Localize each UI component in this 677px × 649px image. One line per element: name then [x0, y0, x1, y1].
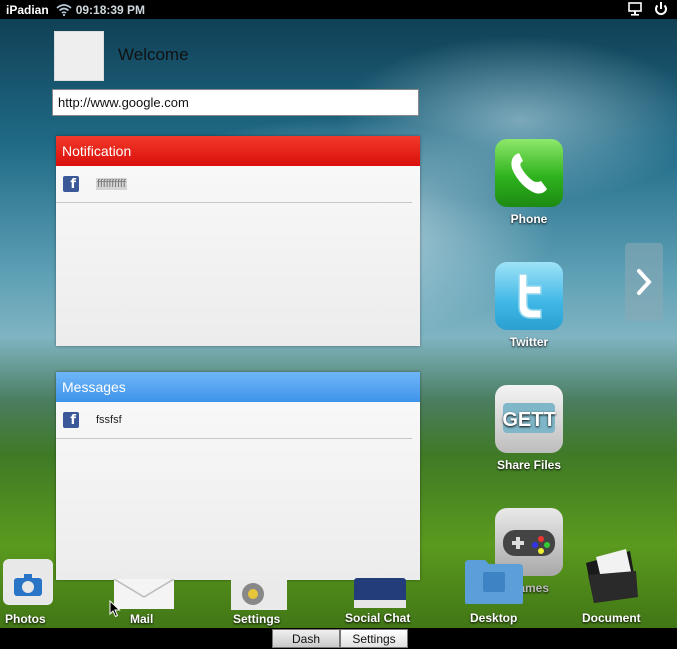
avatar[interactable] — [54, 31, 104, 81]
gear-icon — [231, 580, 287, 610]
app-share-files[interactable]: GETT Share Files — [484, 385, 574, 472]
power-icon[interactable] — [653, 1, 669, 17]
next-page-button[interactable] — [625, 243, 663, 321]
facebook-icon: f — [63, 176, 79, 192]
camera-icon — [3, 559, 53, 605]
message-item[interactable]: f fssfsf — [56, 402, 412, 439]
social-chat-label: Social Chat — [345, 611, 411, 625]
notification-text: ffffffffff — [96, 178, 127, 190]
messages-panel: Messages f fssfsf — [56, 372, 420, 580]
monitor-icon[interactable] — [627, 1, 643, 17]
welcome-label: Welcome — [118, 45, 189, 64]
brand-label: iPadian — [6, 2, 49, 17]
wifi-icon — [56, 3, 72, 17]
app-phone-label: Phone — [510, 212, 548, 226]
messages-header: Messages — [56, 372, 420, 402]
facebook-icon: f — [63, 412, 79, 428]
chevron-right-icon — [637, 269, 652, 295]
book-icon — [354, 578, 406, 608]
message-text: fssfsf — [96, 414, 122, 426]
app-phone[interactable]: Phone — [484, 139, 574, 226]
settings-label: Settings — [233, 612, 281, 626]
mail-label: Mail — [130, 612, 154, 626]
document-dock-item[interactable] — [582, 545, 642, 612]
app-share-files-label: Share Files — [496, 458, 562, 472]
desktop-label: Desktop — [470, 611, 518, 625]
app-twitter-label: Twitter — [509, 335, 549, 349]
tab-settings[interactable]: Settings — [340, 629, 408, 648]
notification-header: Notification — [56, 136, 420, 166]
app-twitter[interactable]: Twitter — [484, 262, 574, 349]
notification-panel: Notification f ffffffffff — [56, 136, 420, 346]
status-bar: iPadian 09:18:39 PM — [0, 0, 677, 19]
clock: 09:18:39 PM — [75, 2, 146, 17]
mail-dock-item[interactable] — [113, 578, 175, 614]
share-files-icon: GETT — [495, 385, 563, 453]
desktop-dock-item[interactable] — [463, 558, 525, 611]
photos-label: Photos — [5, 612, 46, 626]
social-chat-dock-item[interactable] — [352, 578, 408, 615]
svg-text:GETT: GETT — [502, 409, 555, 431]
envelope-icon — [113, 578, 175, 609]
tab-dash[interactable]: Dash — [272, 629, 340, 648]
settings-dock-item[interactable] — [231, 580, 287, 615]
notification-item[interactable]: f ffffffffff — [56, 166, 412, 203]
photos-dock-item[interactable] — [0, 557, 56, 612]
mouse-cursor-icon — [109, 599, 121, 623]
phone-icon — [495, 139, 563, 207]
document-folder-icon — [586, 549, 638, 603]
twitter-icon — [495, 262, 563, 330]
url-input[interactable] — [52, 89, 419, 116]
document-label: Document — [582, 611, 641, 625]
folder-icon — [465, 560, 523, 604]
